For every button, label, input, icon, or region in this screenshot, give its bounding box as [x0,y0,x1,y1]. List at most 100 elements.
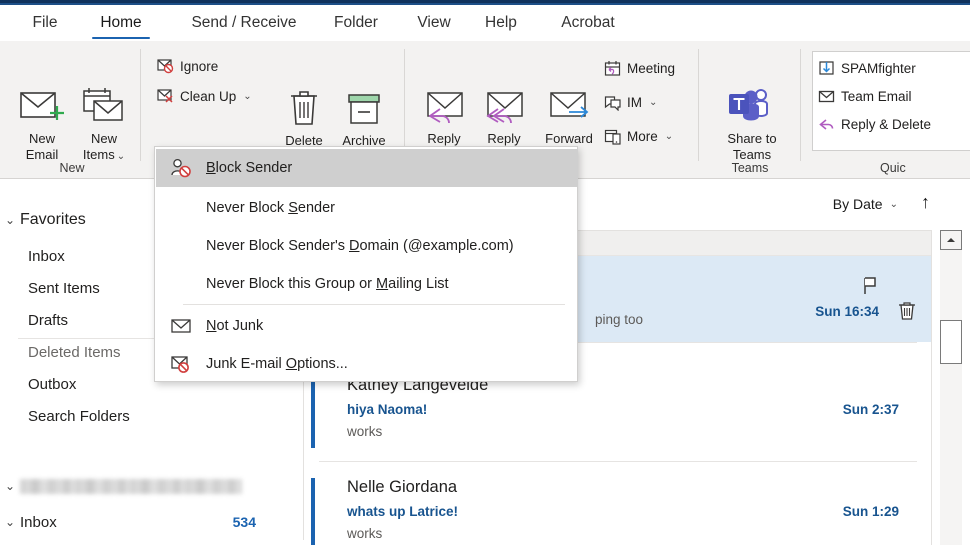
new-email-icon [17,87,67,127]
clean-up-button[interactable]: Clean Up ⌄ [157,85,252,107]
message-row-divider [319,461,917,462]
chevron-down-icon: ⌄ [889,198,898,210]
new-items-label-line1: New [90,131,117,146]
archive-icon [343,87,385,129]
reply-all-label-line1: Reply [487,131,521,146]
menu-item-not-junk-label: Not Junk [206,318,264,334]
ribbon-group-label-teams: Teams [731,161,769,175]
menu-item-never-block-senders-domain[interactable]: Never Block Sender's Domain (@example.co… [156,227,578,265]
message-list-scrollbar[interactable] [931,230,970,545]
tab-help-label: Help [485,14,517,31]
menu-item-never-block-group-or-mailing-list-label: Never Block this Group or Mailing List [206,276,449,292]
scrollbar-thumb[interactable] [940,320,962,364]
message-preview: ping too [595,312,644,327]
delete-button[interactable]: Delete [272,87,336,149]
archive-button[interactable]: Archive [332,87,396,149]
tab-file[interactable]: File [22,5,68,41]
chevron-down-icon: ⌄ [4,479,16,493]
message-preview: works [347,526,383,541]
outlook-window: File Home Send / Receive Folder View Hel… [0,0,970,545]
menu-item-block-sender[interactable]: Block Sender [156,149,578,187]
menu-separator [183,304,565,305]
message-row[interactable]: Nelle Giordana whats up Latrice! works S… [305,472,931,545]
share-to-teams-button[interactable]: Share to Teams [712,87,792,163]
sidebar-item-inbox-account-label: Inbox [20,513,57,531]
tab-send-receive-label: Send / Receive [191,14,297,31]
spamfighter-label: SPAMfighter [841,60,916,76]
menu-item-never-block-senders-domain-label: Never Block Sender's Domain (@example.co… [206,238,514,254]
tab-file-label: File [32,14,58,31]
forward-button[interactable]: Forward [532,87,606,147]
sort-direction-button[interactable]: ↑ [921,192,930,212]
clean-up-icon [157,88,175,104]
sidebar-item-account[interactable]: ⌄ [0,470,304,502]
menu-item-never-block-group-or-mailing-list[interactable]: Never Block this Group or Mailing List [156,265,578,303]
sidebar-item-search-folders-label: Search Folders [28,407,130,425]
clean-up-chevron-down-icon: ⌄ [243,90,252,102]
new-items-icon [79,87,129,127]
scrollbar-track[interactable] [940,230,962,545]
new-email-button[interactable]: New Email [10,87,74,163]
sidebar-item-inbox-favorite-label: Inbox [28,247,65,265]
tab-view[interactable]: View [406,5,462,41]
sort-by-dropdown[interactable]: By Date ⌄ [833,196,898,212]
team-email-label: Team Email [841,88,912,104]
chevron-down-icon: ⌄ [4,515,16,529]
menu-item-never-block-sender[interactable]: Never Block Sender [156,189,578,227]
reply-button[interactable]: Reply [412,87,476,147]
message-subject: hiya Naoma! [347,402,428,417]
more-label: More [627,128,658,144]
tab-home-label: Home [100,14,142,31]
ribbon-separator-1 [140,49,141,161]
arrow-up-icon: ↑ [921,192,930,212]
message-time: Sun 16:34 [815,304,879,319]
flag-icon[interactable] [861,276,879,296]
ignore-button[interactable]: Ignore [157,55,218,77]
ribbon-tab-bar: File Home Send / Receive Folder View Hel… [0,5,970,41]
menu-item-block-sender-label: Block Sender [206,160,293,176]
reply-label: Reply [427,131,461,146]
ribbon-separator-3 [698,49,699,161]
forward-icon [545,87,593,127]
message-sender: Nelle Giordana [347,478,458,496]
sort-by-label: By Date [832,196,883,212]
tab-view-label: View [417,14,451,31]
message-time: Sun 2:37 [842,402,899,417]
account-name-redacted [20,478,242,494]
more-chevron-down-icon: ⌄ [664,130,674,142]
forward-label: Forward [545,131,593,146]
tab-send-receive[interactable]: Send / Receive [172,5,316,41]
reply-and-delete-quickstep[interactable]: Reply & Delete [818,113,931,135]
ribbon-group-label-new: New [59,161,85,175]
tab-help[interactable]: Help [474,5,528,41]
new-items-button[interactable]: New Items ⌄ [72,87,136,165]
sidebar-item-drafts-label: Drafts [28,311,69,329]
scrollbar-up-button[interactable] [940,230,962,250]
sidebar-item-search-folders[interactable]: Search Folders [0,400,304,432]
menu-item-junk-email-options[interactable]: Junk E-mail Options... [156,345,578,383]
im-chevron-down-icon: ⌄ [649,96,658,108]
menu-item-not-junk[interactable]: Not Junk [156,307,578,345]
tab-home[interactable]: Home [90,5,152,41]
message-subject: whats up Latrice! [347,504,459,519]
team-email-quickstep[interactable]: Team Email [818,85,912,107]
reply-and-delete-label: Reply & Delete [841,116,932,132]
im-button[interactable]: IM ⌄ [604,91,657,113]
sidebar-item-favorites-label: Favorites [20,211,86,228]
sidebar-item-deleted-items-label: Deleted Items [28,343,121,361]
clean-up-label: Clean Up [180,88,237,104]
block-sender-icon [156,158,206,178]
tab-folder[interactable]: Folder [320,5,392,41]
delete-message-icon[interactable] [897,300,917,322]
spamfighter-icon [818,60,836,77]
more-button[interactable]: More ⌄ [604,125,673,147]
share-to-teams-label-line1: Share to [727,131,777,146]
meeting-button[interactable]: Meeting [604,57,675,79]
sidebar-item-inbox-account[interactable]: ⌄ Inbox 534 [0,506,304,538]
more-icon [604,128,622,145]
chevron-down-icon: ⌄ [4,213,16,227]
junk-dropdown-menu: Block Sender Never Block Sender Never Bl… [154,146,578,382]
spamfighter-quickstep[interactable]: SPAMfighter [818,57,916,79]
unread-indicator [311,376,315,448]
tab-acrobat[interactable]: Acrobat [546,5,630,41]
